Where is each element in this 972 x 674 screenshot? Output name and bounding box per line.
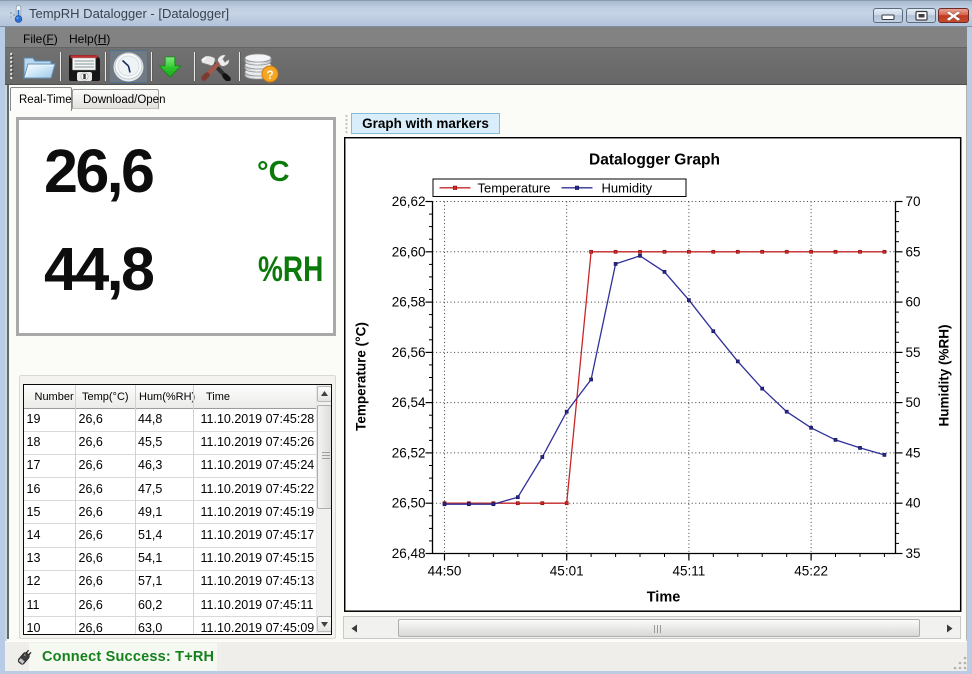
svg-text:26,48: 26,48	[391, 546, 425, 561]
svg-text:44:50: 44:50	[427, 563, 461, 578]
svg-text:45:22: 45:22	[794, 563, 828, 578]
svg-text:26,52: 26,52	[391, 445, 425, 460]
svg-text:26,54: 26,54	[391, 395, 425, 410]
svg-text:?: ?	[266, 68, 273, 82]
svg-text:65: 65	[905, 244, 920, 259]
svg-text:26,50: 26,50	[391, 495, 425, 510]
svg-text:40: 40	[905, 495, 920, 510]
svg-text:26,56: 26,56	[391, 344, 425, 359]
svg-text:Temperature: Temperature	[477, 180, 550, 195]
svg-text:Humidity: Humidity	[601, 180, 652, 195]
svg-text:Time: Time	[646, 589, 680, 605]
svg-text:70: 70	[905, 194, 920, 209]
svg-text:26,58: 26,58	[391, 294, 425, 309]
svg-text:26,62: 26,62	[391, 194, 425, 209]
svg-text:Datalogger Graph: Datalogger Graph	[589, 151, 720, 168]
svg-text:45: 45	[905, 445, 920, 460]
svg-text:60: 60	[905, 294, 920, 309]
svg-text:35: 35	[905, 546, 920, 561]
svg-text:Temperature (°C): Temperature (°C)	[353, 322, 368, 431]
svg-text:45:11: 45:11	[672, 563, 705, 578]
svg-text:26,60: 26,60	[391, 244, 425, 259]
svg-text:55: 55	[905, 344, 920, 359]
svg-text:Humidity (%RH): Humidity (%RH)	[936, 324, 951, 426]
svg-text:50: 50	[905, 395, 920, 410]
svg-text:45:01: 45:01	[549, 563, 583, 578]
